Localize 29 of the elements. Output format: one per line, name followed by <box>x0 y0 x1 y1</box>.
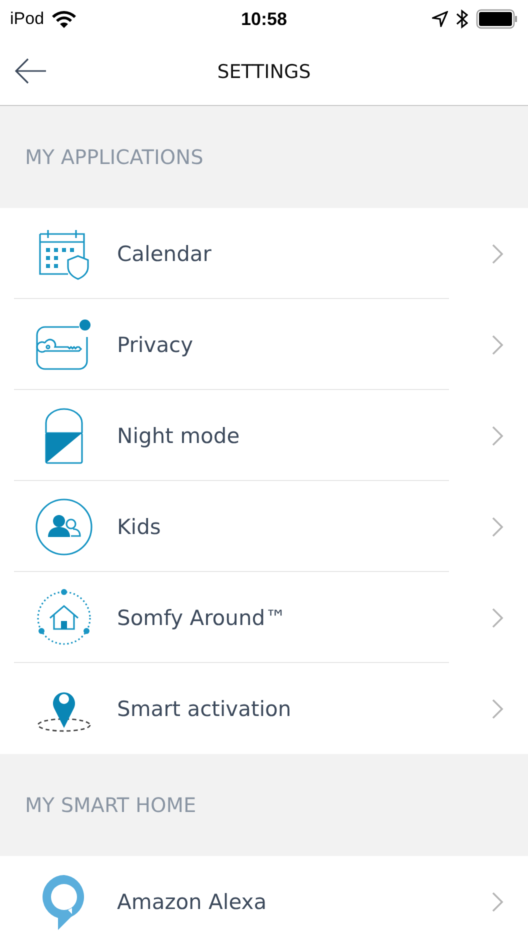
chevron-icon <box>492 426 504 446</box>
chevron-icon <box>492 608 504 628</box>
section-header: MY SMART HOME <box>25 793 196 817</box>
row-label: Smart activation <box>117 696 292 720</box>
chevron-icon <box>492 334 504 354</box>
row-label: Calendar <box>117 242 212 266</box>
row-label: Privacy <box>117 332 194 356</box>
row-label: Amazon Alexa <box>117 890 268 914</box>
people-icon <box>35 498 93 556</box>
lock-icon <box>44 406 84 464</box>
clock-time: 10:58 <box>240 8 288 30</box>
chevron-icon <box>492 698 504 718</box>
row-label: Somfy Around™ <box>117 606 288 630</box>
location-arrow-icon <box>432 11 448 27</box>
back-button[interactable] <box>14 56 48 86</box>
wifi-icon <box>52 10 76 28</box>
battery-icon <box>476 9 518 29</box>
section-header: MY APPLICATIONS <box>25 145 204 169</box>
bluetooth-icon <box>456 9 468 29</box>
carrier-label: iPod <box>10 9 44 29</box>
row-label: Night mode <box>117 424 241 448</box>
key-icon <box>35 318 93 370</box>
calendar-shield-icon <box>38 228 90 280</box>
chevron-icon <box>492 516 504 536</box>
chevron-icon <box>492 892 504 912</box>
house-icon <box>35 588 93 646</box>
chevron-icon <box>492 244 504 264</box>
page-title: SETTINGS <box>217 60 311 82</box>
row-label: Kids <box>117 514 162 538</box>
